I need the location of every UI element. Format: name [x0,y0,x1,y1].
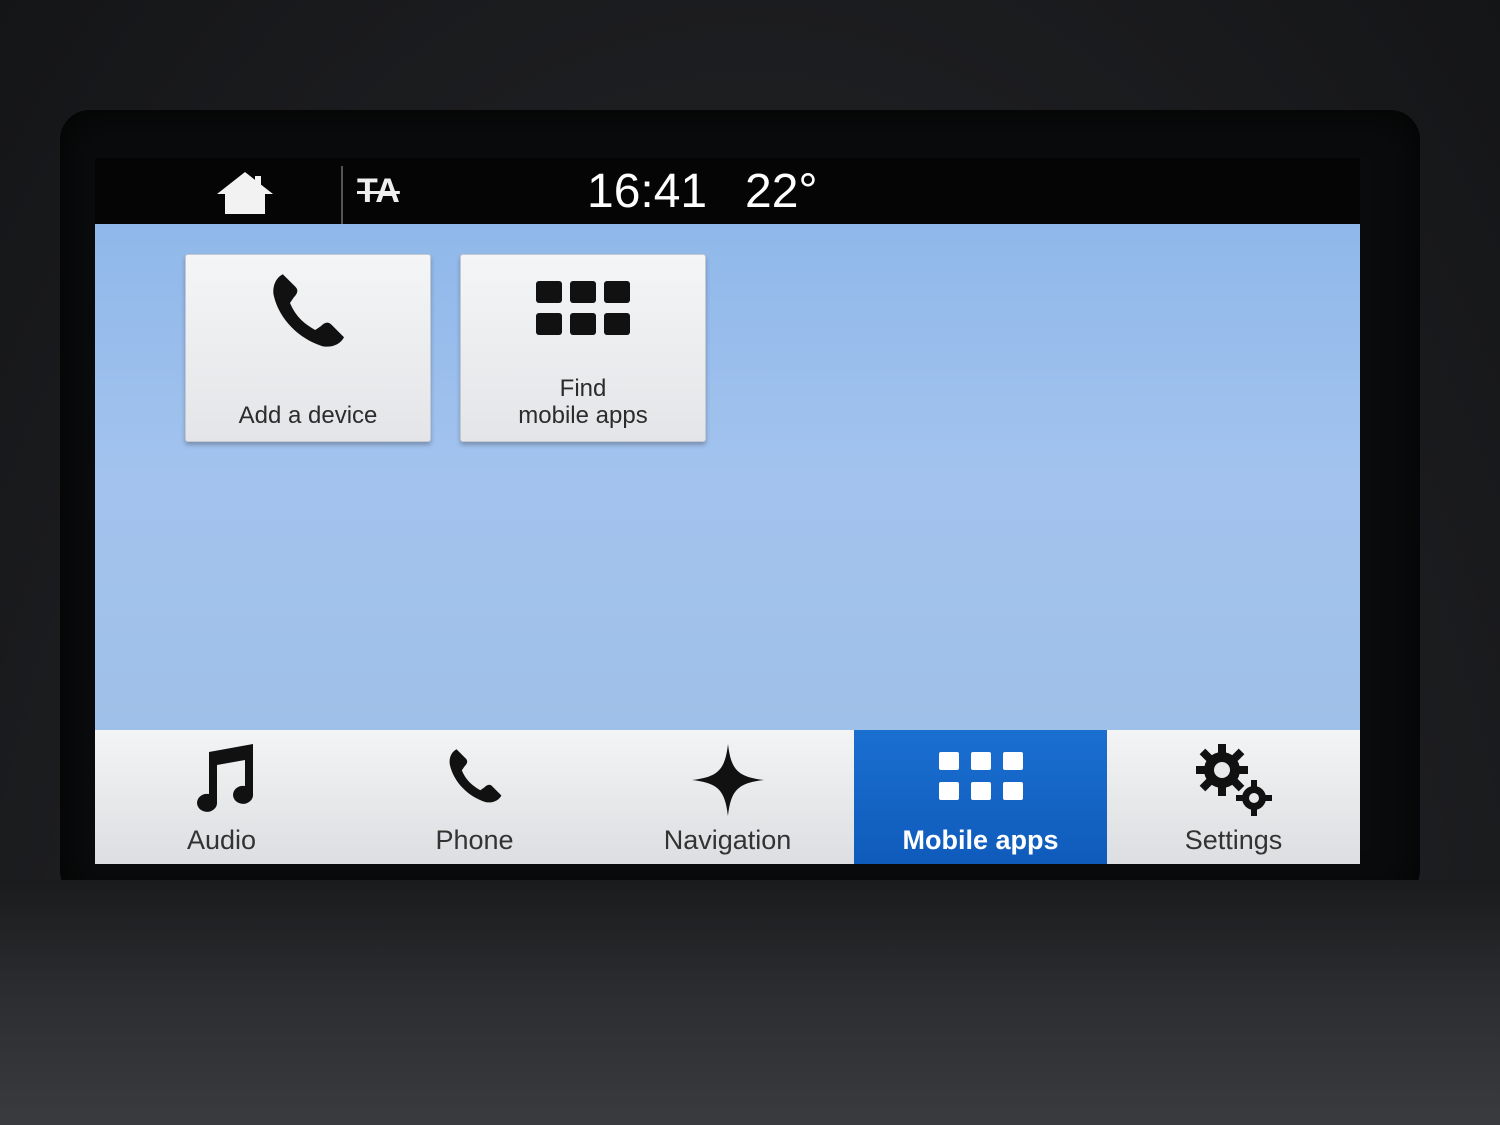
add-device-tile[interactable]: Add a device [185,254,431,442]
infotainment-screen: TA 16:41 22° Add a device Find mobile ap… [95,158,1360,864]
nav-label-navigation: Navigation [663,825,792,855]
nav-label-settings: Settings [1184,825,1283,855]
clock: 16:41 [587,165,708,218]
nav-item-settings[interactable]: Settings [1107,730,1360,864]
gears-icon [1195,744,1272,816]
nav-label-audio: Audio [186,825,257,855]
nav-label-mobile-apps: Mobile apps [902,825,1059,855]
mobile-apps-content: Add a device Find mobile apps [95,224,1360,730]
dashboard-surface [0,880,1500,1125]
nav-item-mobile-apps[interactable]: Mobile apps [854,730,1107,864]
nav-item-navigation[interactable]: Navigation [601,730,854,864]
find-mobile-apps-tile[interactable]: Find mobile apps [460,254,706,442]
traffic-announcement-indicator[interactable]: TA [357,172,400,211]
music-note-icon [196,744,253,812]
find-apps-label-line1: Find [559,375,607,402]
phone-icon [273,274,344,347]
nav-item-audio[interactable]: Audio [95,730,348,864]
apps-grid-icon [938,752,1023,800]
find-apps-label-line2: mobile apps [518,402,648,429]
status-bar: TA 16:41 22° [95,158,1360,226]
home-icon [217,172,273,214]
bottom-nav-bar: Audio Phone Navigation Mobile apps Setti… [95,730,1360,864]
add-device-label: Add a device [238,402,378,429]
nav-label-phone: Phone [435,825,514,855]
phone-icon [449,749,501,803]
outside-temperature: 22° [745,165,818,218]
compass-star-icon [691,744,764,816]
home-button[interactable] [213,168,277,218]
status-divider [341,166,343,226]
apps-grid-icon [536,281,630,335]
nav-item-phone[interactable]: Phone [348,730,601,864]
